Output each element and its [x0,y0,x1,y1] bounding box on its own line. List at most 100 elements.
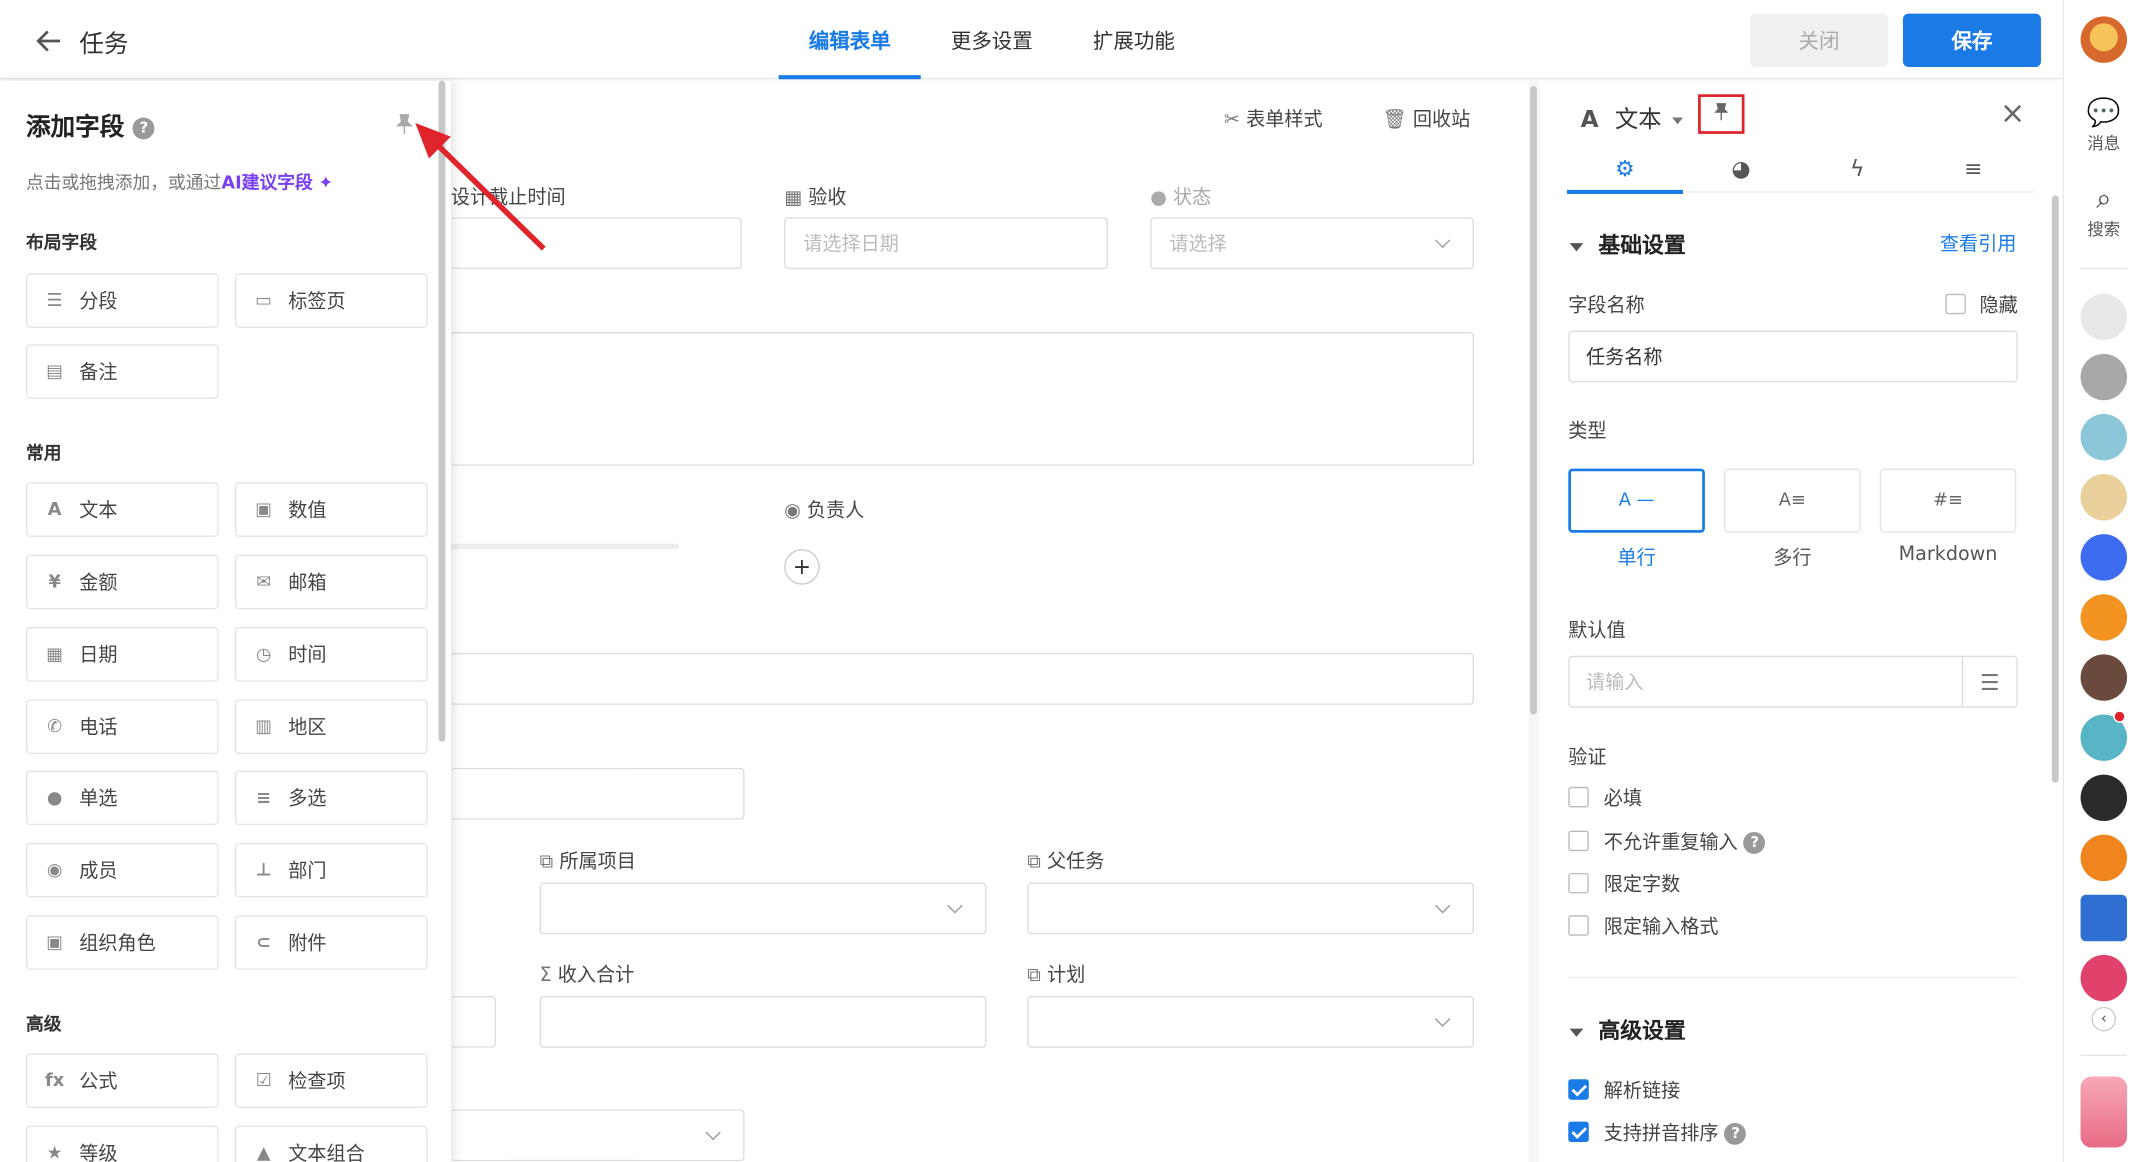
field-item-member[interactable]: ◉ 成员 [25,842,219,898]
app-avatar-1[interactable] [2080,293,2128,341]
lightning-icon: ϟ [1849,155,1865,182]
field-item-currency[interactable]: ¥ 金额 [25,554,219,610]
tab-more-settings[interactable]: 更多设置 [921,0,1063,79]
field-item-department[interactable]: ⊥ 部门 [234,842,428,898]
field-item-multi-select[interactable]: ≡ 多选 [234,770,428,826]
description-textarea[interactable] [450,331,1475,466]
field-item-time[interactable]: ◷ 时间 [234,627,428,682]
settings-tabs: ⚙ ◕ ϟ ≡ [1566,143,2035,194]
tab-sort[interactable]: ≡ [1915,143,2031,192]
notification-dot [2113,710,2126,723]
tab-appearance[interactable]: ◕ [1683,143,1799,192]
hidden-checkbox[interactable] [1945,293,1966,315]
help-icon[interactable]: ? [132,117,155,140]
help-icon[interactable]: ? [1724,1122,1747,1145]
field-item-text[interactable]: A 文本 [25,482,219,537]
field-item-check-item[interactable]: ☑ 检查项 [234,1053,428,1108]
field-item-tab-page[interactable]: ▭ 标签页 [234,273,428,328]
field-label-plan: ⧉ 计划 [1027,964,1086,987]
department-icon: ⊥ [255,859,272,881]
app-avatar-5[interactable] [2080,654,2128,701]
advanced-settings-header[interactable]: 高级设置 [1569,1012,1686,1045]
close-icon[interactable]: × [2000,97,2025,131]
app-icon-lightning[interactable] [2080,534,2128,581]
field-item-number[interactable]: ▣ 数值 [234,482,428,537]
form-scrollbar[interactable] [1528,80,1540,1162]
recycle-bin-button[interactable]: 🗑 回收站 [1382,105,1470,132]
field-item-date[interactable]: ▦ 日期 [25,627,219,682]
plan-select[interactable] [1027,995,1475,1048]
pin-button[interactable] [1698,94,1745,134]
app-icon-grid[interactable] [2080,594,2128,641]
limit-format-checkbox[interactable] [1568,915,1589,936]
limit-length-checkbox[interactable] [1568,872,1589,894]
add-owner-button[interactable]: + [784,549,820,585]
income-total-input[interactable] [539,995,987,1048]
calendar-app-icon[interactable] [2080,954,2128,1002]
parse-links-checkbox[interactable] [1568,1079,1589,1100]
help-icon[interactable]: ? [1743,831,1766,854]
number-icon: ▣ [255,499,273,520]
annotation-arrow [415,122,546,251]
markdown-icon: #≡ [1933,490,1963,511]
project-select[interactable] [539,882,987,935]
required-checkbox[interactable] [1568,786,1589,808]
text-input-row[interactable] [450,652,1475,705]
field-item-phone[interactable]: ✆ 电话 [25,699,219,755]
close-button[interactable]: 关闭 [1749,13,1888,67]
attachment-icon: ⊂ [256,932,272,953]
parent-task-select[interactable] [1027,882,1475,935]
brush-icon: ✂ [1224,109,1241,132]
sparkle-icon: ✦ [318,173,334,194]
tab-basic-settings[interactable]: ⚙ [1566,143,1684,194]
tab-automation[interactable]: ϟ [1799,143,1915,192]
field-item-formula[interactable]: fx 公式 [25,1053,219,1108]
app-icon-cube[interactable] [2080,894,2128,942]
section-title-advanced: 高级 [25,1015,62,1036]
field-name-input[interactable]: 任务名称 [1568,330,2018,383]
insert-variable-icon[interactable]: ☰ [1961,657,2017,707]
pinyin-sort-checkbox[interactable] [1568,1121,1589,1143]
basic-settings-header[interactable]: 基础设置 [1569,227,1686,260]
short-input-row[interactable] [450,767,745,820]
app-avatar-4[interactable] [2080,474,2128,521]
collapse-sidebar-icon[interactable]: ‹ [2091,1006,2117,1032]
tab-edit-form[interactable]: 编辑表单 [778,0,921,80]
acceptance-date-input[interactable]: 请选择日期 [784,217,1108,270]
save-button[interactable]: 保存 [1902,13,2041,67]
ai-suggest-link[interactable]: AI建议字段 [221,173,312,193]
bottom-select[interactable] [450,1109,745,1162]
flamingo-icon[interactable] [2080,1076,2128,1148]
field-item-rating[interactable]: ★ 等级 [25,1125,219,1162]
field-item-org-role[interactable]: ▣ 组织角色 [25,915,219,970]
sidebar-item-messages[interactable]: 💬 消息 [2064,96,2142,155]
field-type-title[interactable]: A 文本 [1581,100,1684,134]
field-item-section[interactable]: ☰ 分段 [25,273,219,328]
no-duplicate-checkbox[interactable] [1568,830,1589,852]
back-arrow-icon[interactable] [33,25,66,58]
type-markdown[interactable]: #≡ [1879,468,2017,533]
status-select[interactable]: 请选择 [1150,217,1475,270]
type-single-line[interactable]: A — [1568,468,1705,533]
field-item-mail[interactable]: ✉ 邮箱 [234,554,428,610]
trash-icon: 🗑 [1382,109,1407,132]
default-value-input[interactable]: 请输入 ☰ [1568,655,2018,708]
form-style-button[interactable]: ✂ 表单样式 [1224,105,1323,132]
view-references-link[interactable]: 查看引用 [1940,230,2017,257]
app-icon-team[interactable] [2080,834,2128,882]
tab-extensions[interactable]: 扩展功能 [1063,0,1205,79]
user-avatar[interactable] [2080,16,2128,63]
field-item-single-select[interactable]: ● 单选 [25,770,219,826]
field-item-region[interactable]: ▥ 地区 [234,699,428,755]
field-item-attachment[interactable]: ⊂ 附件 [234,915,428,970]
field-item-note[interactable]: ▤ 备注 [25,344,219,399]
sidebar-item-search[interactable]: ⌕ 搜索 [2064,182,2142,241]
field-item-text-combo[interactable]: ▲ 文本组合 [234,1125,428,1162]
small-input[interactable] [450,995,496,1048]
app-avatar-2[interactable] [2080,353,2128,401]
right-panel-scrollbar[interactable] [2051,195,2059,783]
app-avatar-3[interactable] [2080,413,2128,461]
type-multi-line[interactable]: A≡ [1724,468,1861,533]
status-icon: ● [1150,187,1167,210]
app-avatar-7[interactable] [2080,774,2128,822]
